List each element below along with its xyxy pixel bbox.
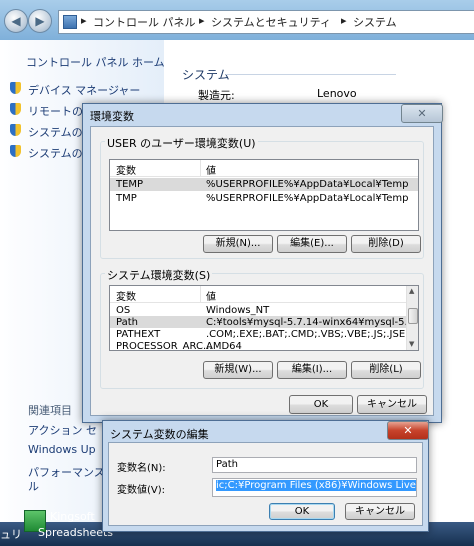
breadcrumb-separator: ▸	[341, 14, 347, 27]
system-vars-label: システム環境変数(S)	[105, 267, 213, 283]
list-item[interactable]: Path C:¥tools¥mysql-5.7.14-winx64¥mysql-…	[110, 316, 418, 328]
var-value: %USERPROFILE%¥AppData¥Local¥Temp	[206, 179, 409, 190]
see-also-action-center[interactable]: アクション セ	[28, 422, 97, 438]
scroll-up-icon[interactable]: ▲	[409, 287, 414, 295]
shield-icon	[10, 124, 21, 136]
dialog-body: 変数名(N): Path 変数値(V): ic;C:¥Program Files…	[108, 442, 423, 526]
back-button[interactable]: ◀	[4, 9, 28, 33]
see-also-performance[interactable]: パフォーマンス	[28, 464, 105, 480]
cancel-button[interactable]: キャンセル	[345, 503, 415, 520]
section-divider	[226, 74, 396, 75]
manufacturer-value: Lenovo	[317, 87, 357, 100]
var-value-label: 変数値(V):	[117, 485, 166, 496]
dialog-title: 環境変数	[90, 110, 134, 123]
breadcrumb-separator: ▸	[81, 14, 87, 27]
taskbar-text: ュリ	[0, 528, 22, 541]
user-new-button[interactable]: 新規(N)...	[203, 235, 273, 253]
env-vars-dialog: 環境変数 ✕ USER のユーザー環境変数(U) 変数 値 TEMP %USER…	[82, 103, 443, 423]
list-item[interactable]: TEMP %USERPROFILE%¥AppData¥Local¥Temp	[110, 178, 418, 191]
edit-var-dialog: システム変数の編集 ✕ 変数名(N): Path 変数値(V): ic;C:¥P…	[102, 420, 429, 532]
list-item[interactable]: TMP %USERPROFILE%¥AppData¥Local¥Temp	[110, 192, 418, 205]
taskbar-app-name[interactable]: Kingsoft	[50, 510, 95, 523]
dialog-title: システム変数の編集	[110, 428, 209, 441]
var-value: AMD64	[206, 341, 242, 351]
shield-icon	[10, 82, 21, 94]
var-value: Windows_NT	[206, 305, 270, 316]
breadcrumb-item[interactable]: システム	[353, 14, 397, 30]
see-also-heading: 関連項目	[28, 404, 72, 417]
system-edit-button[interactable]: 編集(I)...	[277, 361, 347, 379]
section-title: システム	[182, 68, 230, 82]
var-value-selection: ic;C:¥Program Files (x86)¥Windows Live¥S…	[216, 480, 416, 491]
user-delete-button[interactable]: 削除(D)	[351, 235, 421, 253]
scroll-down-icon[interactable]: ▼	[409, 340, 414, 348]
var-name: OS	[116, 305, 131, 316]
close-icon[interactable]: ✕	[401, 104, 443, 123]
cancel-button[interactable]: キャンセル	[357, 395, 427, 414]
column-divider[interactable]	[200, 286, 201, 302]
user-vars-label: USER のユーザー環境変数(U)	[105, 135, 258, 151]
var-value: .COM;.EXE;.BAT;.CMD;.VBS;.VBE;.JS;.JSE;.…	[206, 329, 419, 340]
list-header: 変数 値	[110, 160, 418, 177]
var-name: PROCESSOR_ARC...	[116, 341, 213, 351]
var-name: TEMP	[116, 179, 144, 190]
scroll-thumb[interactable]	[408, 308, 418, 324]
var-name-field[interactable]: Path	[212, 457, 417, 473]
sidebar-home-link[interactable]: コントロール パネル ホーム	[26, 54, 165, 70]
list-item[interactable]: OS Windows_NT	[110, 304, 406, 316]
var-value: C:¥tools¥mysql-5.7.14-winx64¥mysql-5.7.1…	[206, 317, 418, 328]
address-bar[interactable]: ▸ コントロール パネル ▸ システムとセキュリティ ▸ システム	[58, 10, 474, 34]
column-header[interactable]: 変数	[116, 288, 136, 303]
see-also-windows-update[interactable]: Windows Up	[28, 443, 96, 456]
see-also-performance-cont[interactable]: ル	[28, 478, 39, 494]
var-name-label: 変数名(N):	[117, 463, 166, 474]
system-list-scrollbar[interactable]: ▲ ▼	[406, 286, 418, 350]
var-name: PATHEXT	[116, 329, 161, 340]
user-edit-button[interactable]: 編集(E)...	[277, 235, 347, 253]
breadcrumb-item[interactable]: システムとセキュリティ	[211, 14, 331, 30]
control-panel-icon	[63, 15, 77, 29]
breadcrumb-item[interactable]: コントロール パネル	[93, 14, 196, 30]
breadcrumb-separator: ▸	[199, 14, 205, 27]
var-name: TMP	[116, 193, 137, 204]
dialog-body: USER のユーザー環境変数(U) 変数 値 TEMP %USERPROFILE…	[90, 126, 434, 416]
var-value: %USERPROFILE%¥AppData¥Local¥Temp	[206, 193, 409, 204]
sidebar-item-device-manager[interactable]: デバイス マネージャー	[28, 82, 140, 98]
ok-button[interactable]: OK	[289, 395, 353, 414]
system-new-button[interactable]: 新規(W)...	[203, 361, 273, 379]
column-header[interactable]: 変数	[116, 162, 136, 177]
column-divider[interactable]	[200, 160, 201, 176]
list-header: 変数 値	[110, 286, 406, 303]
system-delete-button[interactable]: 削除(L)	[351, 361, 421, 379]
shield-icon	[10, 145, 21, 157]
explorer-toolbar: ◀ ▶ ▸ コントロール パネル ▸ システムとセキュリティ ▸ システム	[0, 0, 474, 40]
list-item[interactable]: PROCESSOR_ARC... AMD64	[110, 340, 406, 351]
column-header[interactable]: 値	[206, 162, 216, 177]
var-value-field[interactable]: ic;C:¥Program Files (x86)¥Windows Live¥S…	[212, 478, 417, 497]
ok-button[interactable]: OK	[269, 503, 335, 520]
manufacturer-label: 製造元:	[198, 89, 235, 102]
close-icon[interactable]: ✕	[387, 421, 429, 440]
system-vars-list[interactable]: 変数 値 OS Windows_NT Path C:¥tools¥mysql-5…	[109, 285, 419, 351]
var-name: Path	[116, 317, 138, 328]
shield-icon	[10, 103, 21, 115]
column-header[interactable]: 値	[206, 288, 216, 303]
forward-button[interactable]: ▶	[28, 9, 52, 33]
user-vars-list[interactable]: 変数 値 TEMP %USERPROFILE%¥AppData¥Local¥Te…	[109, 159, 419, 231]
list-item[interactable]: PATHEXT .COM;.EXE;.BAT;.CMD;.VBS;.VBE;.J…	[110, 328, 418, 340]
